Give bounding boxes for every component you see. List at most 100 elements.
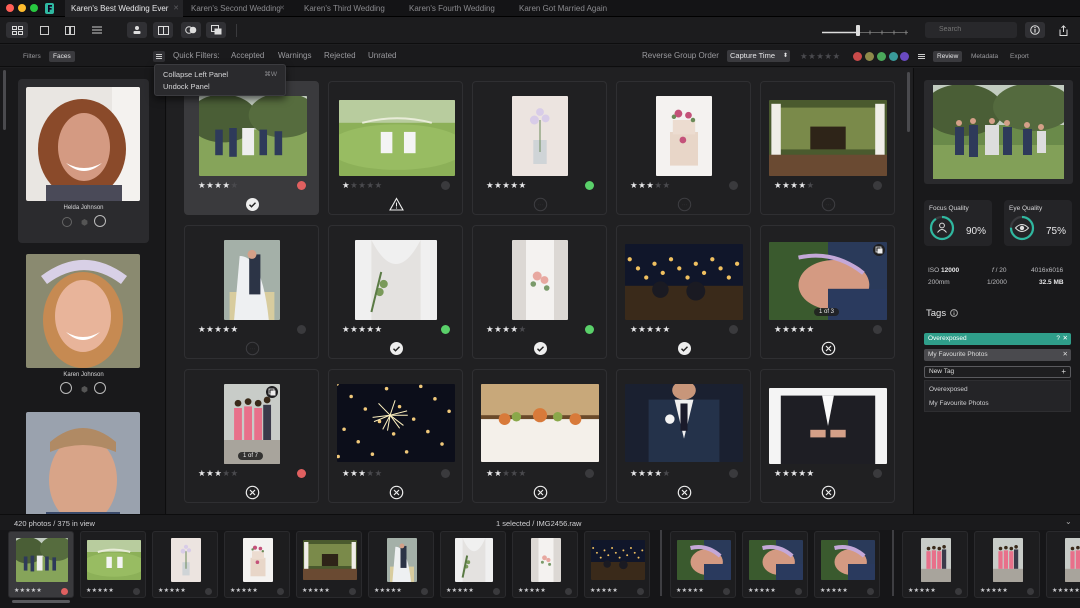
right-tab-export[interactable]: Export: [1006, 51, 1033, 62]
filmstrip-item[interactable]: ★★★★★: [8, 531, 74, 598]
unflagged-icon[interactable]: ···: [533, 197, 548, 212]
sort-select[interactable]: Capture Time ⬍: [727, 50, 790, 62]
filmstrip-item[interactable]: ★★★★★: [224, 531, 290, 598]
accepted-check-icon[interactable]: [245, 197, 260, 212]
filter-rejected[interactable]: Rejected: [324, 45, 356, 67]
filmstrip-rating[interactable]: ★★★★★: [908, 587, 936, 594]
filmstrip-color-dot[interactable]: [795, 588, 802, 595]
photo-cell[interactable]: ★★★★★: [328, 225, 463, 359]
face-more-icon[interactable]: [94, 382, 106, 394]
remove-tag-icon[interactable]: ✕: [1063, 333, 1068, 345]
right-tab-metadata[interactable]: Metadata: [967, 51, 1002, 62]
photo-cell[interactable]: ★★★★★: [328, 81, 463, 215]
reverse-group-order[interactable]: Reverse Group Order: [642, 45, 719, 67]
accepted-check-icon[interactable]: [677, 341, 692, 356]
filmstrip-color-dot[interactable]: [1027, 588, 1034, 595]
filmstrip-item[interactable]: ★★★★★: [584, 531, 650, 598]
filmstrip-rating[interactable]: ★★★★★: [590, 587, 618, 594]
tab-1[interactable]: Karen's Second Wedding ✕: [185, 0, 289, 17]
face-more-icon[interactable]: [94, 215, 106, 227]
filmstrip-item[interactable]: ★★★★★: [512, 531, 578, 598]
menu-item-collapse-left-panel[interactable]: Collapse Left Panel: [163, 70, 228, 79]
suggestion-item[interactable]: My Favourite Photos: [929, 400, 989, 407]
filmstrip-rating[interactable]: ★★★★★: [820, 587, 848, 594]
star-rating[interactable]: ★★★★★: [486, 468, 527, 479]
filmstrip-item[interactable]: ★★★★★: [152, 531, 218, 598]
close-tab-icon[interactable]: ✕: [279, 0, 285, 17]
color-label-dot[interactable]: [585, 325, 594, 334]
new-tag-input[interactable]: New Tag +: [924, 366, 1071, 378]
star-rating[interactable]: ★★★★★: [198, 324, 239, 335]
tab-4[interactable]: Karen Got Married Again: [513, 0, 623, 17]
filmstrip-color-dot[interactable]: [277, 588, 284, 595]
star-rating[interactable]: ★★★★★: [630, 180, 671, 191]
star-rating[interactable]: ★★★★★: [198, 468, 239, 479]
faces-mode-button[interactable]: [127, 22, 147, 38]
filmstrip-item[interactable]: ★★★★★: [670, 531, 736, 598]
left-tab-faces[interactable]: Faces: [49, 51, 75, 62]
filmstrip-rating[interactable]: ★★★★★: [14, 587, 42, 594]
close-window-button[interactable]: [6, 4, 14, 12]
rejected-x-icon[interactable]: [389, 485, 404, 500]
photo-cell[interactable]: ★★★★★: [472, 369, 607, 503]
filmstrip-item[interactable]: ★★★★★: [440, 531, 506, 598]
grid-view-button[interactable]: [6, 22, 28, 38]
color-label-dot[interactable]: [729, 181, 738, 190]
filmstrip-rating[interactable]: ★★★★★: [374, 587, 402, 594]
rejected-x-icon[interactable]: [821, 485, 836, 500]
suggestion-item[interactable]: Overexposed: [929, 386, 968, 393]
zoom-window-button[interactable]: [30, 4, 38, 12]
collapse-filmstrip-icon[interactable]: ⌄: [1065, 517, 1072, 526]
filmstrip-color-dot[interactable]: [61, 588, 68, 595]
face-card[interactable]: Karen Johnson ⬢: [18, 246, 149, 410]
filmstrip-color-dot[interactable]: [565, 588, 572, 595]
filmstrip-rating[interactable]: ★★★★★: [86, 587, 114, 594]
zoom-slider-thumb[interactable]: [856, 25, 860, 36]
remove-tag-icon[interactable]: ✕: [1063, 349, 1068, 361]
panel-menu-icon[interactable]: [153, 51, 165, 62]
filmstrip-color-dot[interactable]: [205, 588, 212, 595]
filmstrip-rating[interactable]: ★★★★★: [980, 587, 1008, 594]
color-label-red[interactable]: [853, 52, 862, 61]
rejected-x-icon[interactable]: [533, 485, 548, 500]
filmstrip-rating[interactable]: ★★★★★: [158, 587, 186, 594]
unflagged-icon[interactable]: ···: [677, 197, 692, 212]
star-rating[interactable]: ★★★★★: [774, 180, 815, 191]
tab-3[interactable]: Karen's Fourth Wedding: [403, 0, 503, 17]
color-label-teal[interactable]: [889, 52, 898, 61]
photo-cell[interactable]: ★★★★★ ···: [616, 81, 751, 215]
color-label-dot[interactable]: [585, 469, 594, 478]
face-card[interactable]: Helda Johnson ⬢: [18, 79, 149, 243]
accepted-check-icon[interactable]: [533, 341, 548, 356]
filmstrip-item[interactable]: ★★★★★: [974, 531, 1040, 598]
color-label-dot[interactable]: [297, 469, 306, 478]
single-view-button[interactable]: [35, 22, 53, 38]
filmstrip-scrollbar[interactable]: [12, 600, 70, 603]
split-mode-button[interactable]: [153, 22, 173, 38]
photo-cell[interactable]: ★★★★★: [184, 81, 319, 215]
filmstrip-rating[interactable]: ★★★★★: [676, 587, 704, 594]
filmstrip-item[interactable]: ★★★★★: [80, 531, 146, 598]
stack-mode-button[interactable]: [206, 22, 226, 38]
face-tag-icon[interactable]: [62, 217, 72, 227]
filmstrip-color-dot[interactable]: [421, 588, 428, 595]
tag-my-favourite-photos[interactable]: My Favourite Photos ✕: [924, 349, 1071, 361]
filmstrip-color-dot[interactable]: [637, 588, 644, 595]
left-tab-filters[interactable]: Filters: [19, 51, 45, 62]
color-label-dot[interactable]: [873, 469, 882, 478]
filmstrip-rating[interactable]: ★★★★★: [748, 587, 776, 594]
star-rating[interactable]: ★★★★★: [342, 324, 383, 335]
filmstrip-rating[interactable]: ★★★★★: [518, 587, 546, 594]
color-label-dot[interactable]: [873, 325, 882, 334]
compare-view-button[interactable]: [61, 22, 79, 38]
filmstrip-color-dot[interactable]: [349, 588, 356, 595]
rejected-x-icon[interactable]: [821, 341, 836, 356]
color-label-yellow[interactable]: [865, 52, 874, 61]
photo-cell[interactable]: ★★★★★ ···: [760, 81, 895, 215]
photo-cell[interactable]: ★★★★★ 1 of 7: [184, 369, 319, 503]
color-label-dot[interactable]: [729, 325, 738, 334]
unflagged-icon[interactable]: ···: [245, 341, 260, 356]
star-rating[interactable]: ★★★★★: [486, 180, 527, 191]
color-label-dot[interactable]: [297, 181, 306, 190]
grid-scrollbar[interactable]: [907, 72, 910, 132]
